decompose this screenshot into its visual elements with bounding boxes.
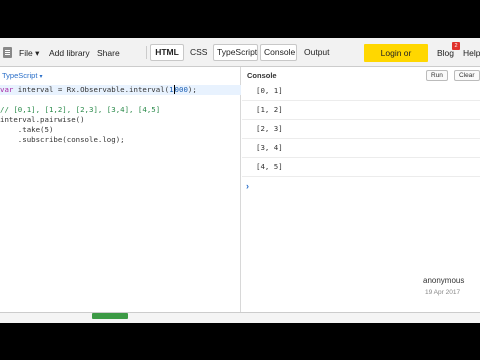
top-toolbar: File ▾ Add library Share HTML CSS TypeSc… xyxy=(0,38,480,76)
clear-button[interactable]: Clear xyxy=(454,70,480,81)
typescript-editor[interactable]: TypeScript ▾ var interval = Rx.Observabl… xyxy=(0,67,241,323)
code-line-5: .take(5) xyxy=(0,125,54,134)
console-line: [2, 3] xyxy=(242,120,480,139)
code-number: 1 xyxy=(169,85,174,94)
console-title: Console xyxy=(247,71,277,80)
code-keyword: var xyxy=(0,85,14,94)
console-prompt-icon[interactable]: › xyxy=(246,181,249,191)
author-name[interactable]: anonymous xyxy=(423,276,464,285)
console-line: [1, 2] xyxy=(242,101,480,120)
code-text: ); xyxy=(187,85,197,94)
bottom-banner xyxy=(0,312,480,323)
console-line: [3, 4] xyxy=(242,139,480,158)
code-line-4: interval.pairwise() xyxy=(0,115,85,124)
chevron-down-icon: ▾ xyxy=(39,74,43,80)
code-number: 000 xyxy=(174,85,188,94)
banner-button[interactable] xyxy=(92,313,128,319)
add-library-button[interactable]: Add library xyxy=(46,45,93,61)
help-link[interactable]: Help xyxy=(460,45,480,61)
jsbin-window: File ▾ Add library Share HTML CSS TypeSc… xyxy=(0,38,480,323)
tab-typescript[interactable]: TypeScript xyxy=(213,44,258,61)
run-button[interactable]: Run xyxy=(426,70,448,81)
toolbar-divider xyxy=(146,46,147,59)
tab-console[interactable]: Console xyxy=(260,44,297,61)
console-output: [2, 3] xyxy=(256,124,283,133)
author-date: 19 Apr 2017 xyxy=(425,289,461,296)
console-output: [1, 2] xyxy=(256,105,283,114)
login-register-button[interactable]: Login or Register xyxy=(364,44,428,76)
file-icon xyxy=(3,47,12,58)
blog-badge: 2 xyxy=(452,42,460,50)
console-output: [0, 1] xyxy=(256,86,283,95)
code-line-1: var interval = Rx.Observable.interval(10… xyxy=(0,85,197,95)
code-line-6: .subscribe(console.log); xyxy=(0,135,125,144)
console-output: [4, 5] xyxy=(256,162,283,171)
console-line: [0, 1] xyxy=(242,82,480,101)
tab-output[interactable]: Output xyxy=(300,44,332,61)
console-output: [3, 4] xyxy=(256,143,283,152)
code-text: interval = Rx.Observable.interval( xyxy=(13,85,170,94)
language-selector[interactable]: TypeScript ▾ xyxy=(2,71,43,80)
file-menu[interactable]: File ▾ xyxy=(16,45,42,61)
share-button[interactable]: Share xyxy=(94,45,123,61)
console-line: [4, 5] xyxy=(242,158,480,177)
tab-css[interactable]: CSS xyxy=(186,44,210,61)
tab-html[interactable]: HTML xyxy=(150,44,184,61)
code-line-3: // [0,1], [1,2], [2,3], [3,4], [4,5] xyxy=(0,105,161,114)
language-label: TypeScript xyxy=(2,71,38,80)
file-menu-label: File xyxy=(19,48,33,58)
chevron-down-icon: ▾ xyxy=(35,48,40,58)
